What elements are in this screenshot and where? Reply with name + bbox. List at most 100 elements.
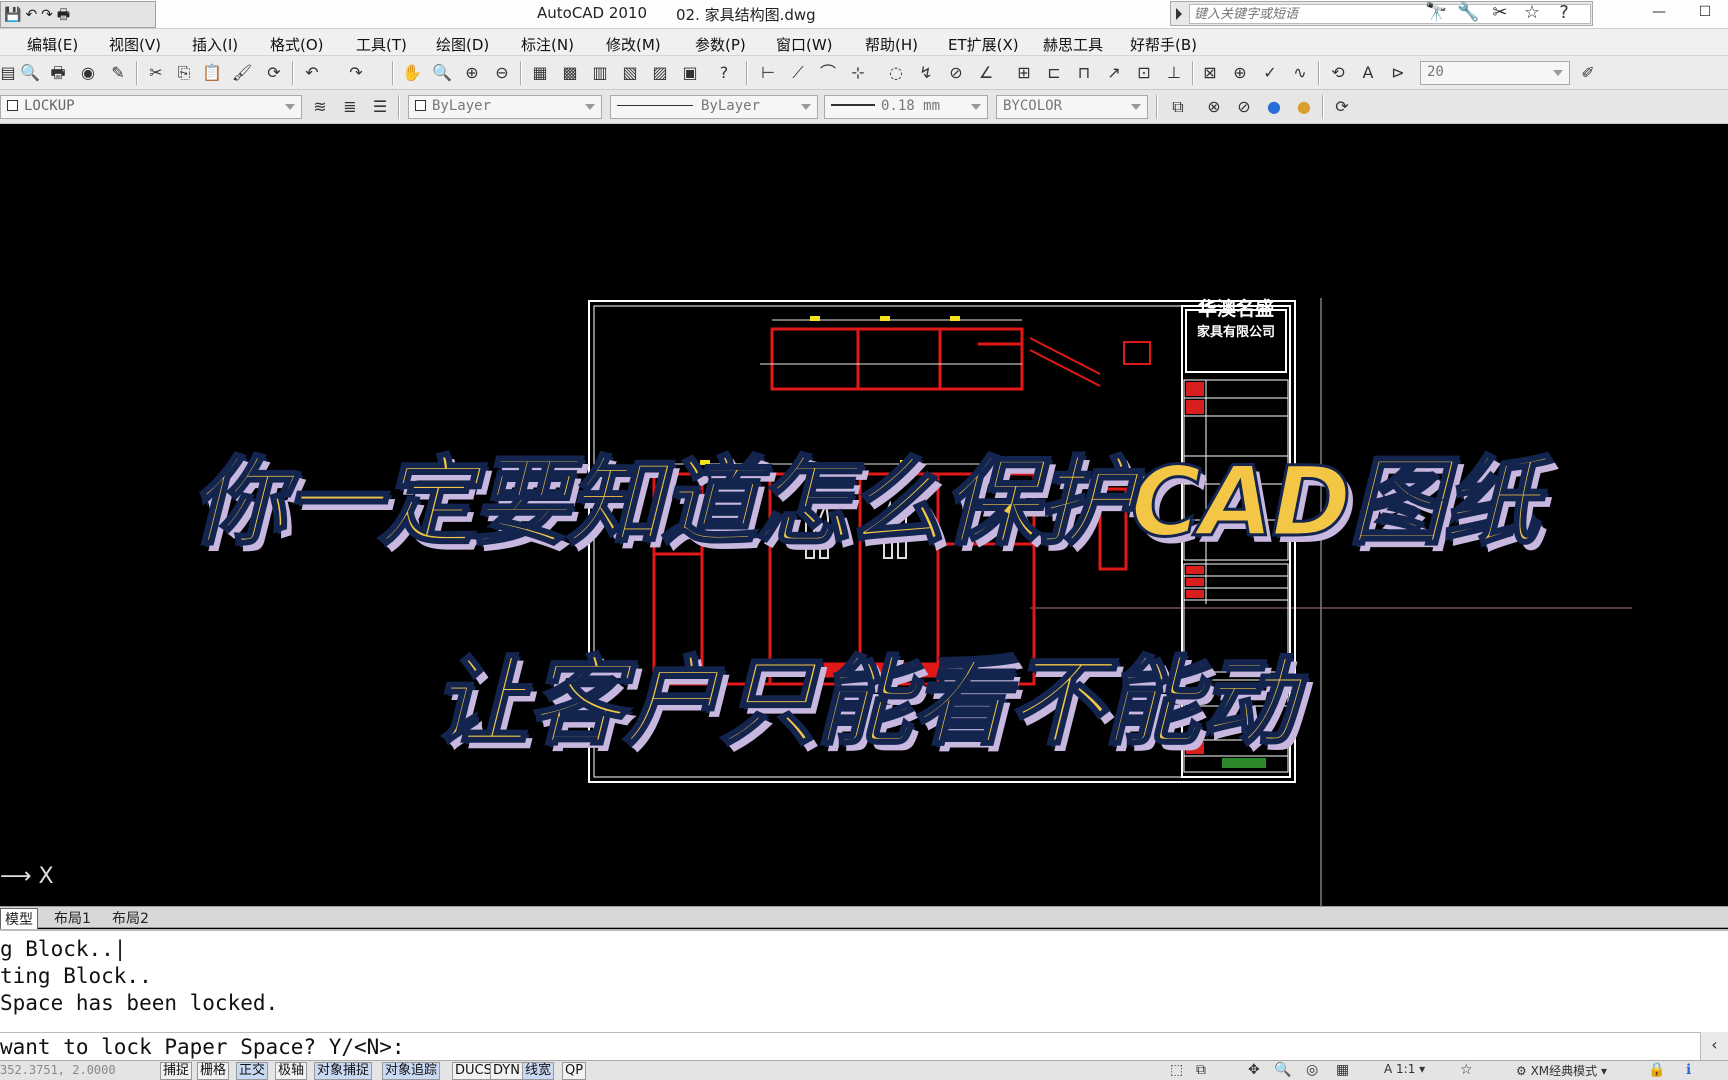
dim-edit-icon[interactable]: ✓ [1258, 62, 1282, 84]
center-mark-icon[interactable]: ⊥ [1162, 62, 1186, 84]
drawing-canvas[interactable]: 华澳名盛 家具有限公司 ⟶ X [0, 124, 1728, 906]
command-input[interactable]: want to lock Paper Space? Y/<N>: [0, 1032, 1728, 1060]
plot-icon[interactable]: 🖶 [46, 62, 70, 84]
pan-icon[interactable]: ✋ [400, 62, 424, 84]
otrack-toggle[interactable]: 对象追踪 [382, 1062, 441, 1080]
visual-styles-icon[interactable]: ⟳ [1330, 96, 1354, 118]
match-properties-icon[interactable]: 🖌 [230, 62, 254, 84]
dim-style-icon[interactable]: A [1356, 62, 1380, 84]
linetype-combo[interactable]: ByLayer [610, 95, 818, 119]
diameter-icon[interactable]: ⊘ [944, 62, 968, 84]
baseline-icon[interactable]: ⊏ [1042, 62, 1066, 84]
print-icon[interactable]: 🖶 [57, 8, 70, 22]
info-icon[interactable]: ℹ [1686, 1062, 1691, 1078]
ordinate-icon[interactable]: ⊹ [846, 62, 870, 84]
block-editor-icon[interactable]: ⟳ [262, 62, 286, 84]
design-center-icon[interactable]: ▩ [558, 62, 582, 84]
dim-text-edit-icon[interactable]: ∿ [1288, 62, 1312, 84]
wireframe-3d-icon[interactable]: ⊘ [1232, 96, 1256, 118]
osnap-toggle[interactable]: 对象捕捉 [314, 1062, 373, 1080]
help-button-icon[interactable]: ? [712, 62, 736, 84]
plotstyle-combo[interactable]: BYCOLOR [996, 95, 1148, 119]
sheet-set-icon[interactable]: ▧ [618, 62, 642, 84]
binoculars-icon[interactable]: 🔭 [1425, 2, 1447, 23]
plot-preview-icon[interactable]: 🔍 [18, 62, 42, 84]
properties-icon[interactable]: ▦ [528, 62, 552, 84]
menu-dimension[interactable]: 标注(N) [521, 34, 574, 55]
color-combo[interactable]: ByLayer [408, 95, 602, 119]
minimize-button[interactable]: — [1636, 0, 1682, 28]
linear-dimension-icon[interactable]: ⊢ [756, 62, 780, 84]
redo-icon[interactable]: ↷ [41, 8, 53, 22]
arc-length-icon[interactable]: ⌒ [816, 62, 840, 84]
ducs-toggle[interactable]: DUCS [452, 1062, 495, 1080]
annotation-scale[interactable]: A 1:1 ▾ [1384, 1062, 1425, 1076]
menu-parametric[interactable]: 参数(P) [695, 34, 746, 55]
menu-haobangshou[interactable]: 好帮手(B) [1130, 34, 1197, 55]
lineweight-toggle[interactable]: 线宽 [522, 1062, 555, 1080]
calculator-icon[interactable]: ▣ [678, 62, 702, 84]
zoom-realtime-icon[interactable]: 🔍 [430, 62, 454, 84]
menu-express-tools[interactable]: ET扩展(X) [948, 34, 1019, 55]
snap-toggle[interactable]: 捕捉 [160, 1062, 193, 1080]
menu-insert[interactable]: 插入(I) [192, 34, 238, 55]
dim-style-manager-icon[interactable]: ✐ [1576, 62, 1600, 84]
edit-icon[interactable]: ✎ [106, 62, 130, 84]
continue-icon[interactable]: ⊓ [1072, 62, 1096, 84]
menu-modify[interactable]: 修改(M) [606, 34, 661, 55]
paste-icon[interactable]: 📋 [200, 62, 224, 84]
tab-layout1[interactable]: 布局1 [54, 908, 91, 928]
favorites-star-icon[interactable]: ☆ [1521, 2, 1543, 23]
tolerance-icon[interactable]: ⊡ [1132, 62, 1156, 84]
realistic-sphere-icon[interactable]: ● [1262, 96, 1286, 118]
wireframe-2d-icon[interactable]: ⊗ [1202, 96, 1226, 118]
redo-arrow-icon[interactable]: ↷ [344, 62, 368, 84]
lock-icon[interactable]: 🔒 [1648, 1062, 1665, 1078]
model-space-icon[interactable]: ⬚ [1170, 1062, 1183, 1078]
showmotion-icon[interactable]: ▦ [1336, 1062, 1349, 1078]
layer-properties-icon[interactable]: ≋ [308, 96, 332, 118]
workspace-switch[interactable]: ⚙ XM经典模式 ▾ [1516, 1062, 1607, 1079]
menu-view[interactable]: 视图(V) [109, 34, 161, 55]
publish-icon[interactable]: ◉ [76, 62, 100, 84]
menu-draw[interactable]: 绘图(D) [436, 34, 489, 55]
dim-update-icon[interactable]: ⟲ [1326, 62, 1350, 84]
menu-edit[interactable]: 编辑(E) [27, 34, 78, 55]
menu-hesi-tools[interactable]: 赫思工具 [1043, 34, 1103, 55]
menu-format[interactable]: 格式(O) [270, 34, 324, 55]
inspect-icon[interactable]: ⊠ [1198, 62, 1222, 84]
text-height-combo[interactable]: 20 [1420, 61, 1570, 85]
zoom-status-icon[interactable]: 🔍 [1274, 1062, 1291, 1078]
cut-icon[interactable]: ✂ [144, 62, 168, 84]
shade-mode-icon[interactable]: ⧉ [1166, 96, 1190, 118]
tab-layout2[interactable]: 布局2 [112, 908, 149, 928]
layer-combo[interactable]: LOCKUP [0, 95, 302, 119]
qp-toggle[interactable]: QP [562, 1062, 587, 1080]
pan-status-icon[interactable]: ✥ [1248, 1062, 1260, 1078]
make-current-icon[interactable]: ≣ [338, 96, 362, 118]
wrench-icon[interactable]: 🔧 [1457, 2, 1479, 23]
command-scroll-left-icon[interactable]: ‹ [1700, 1032, 1728, 1060]
polar-toggle[interactable]: 极轴 [275, 1062, 308, 1080]
open-icon[interactable]: ▤ [0, 62, 20, 84]
tool-palettes-icon[interactable]: ▥ [588, 62, 612, 84]
layer-previous-icon[interactable]: ☰ [368, 96, 392, 118]
radius-icon[interactable]: ◌ [884, 62, 908, 84]
jog-line-icon[interactable]: ⊕ [1228, 62, 1252, 84]
annotation-visibility-icon[interactable]: ☆ [1460, 1062, 1473, 1078]
aligned-dimension-icon[interactable]: ⟋ [786, 62, 810, 84]
zoom-previous-icon[interactable]: ⊖ [490, 62, 514, 84]
leader-icon[interactable]: ↗ [1102, 62, 1126, 84]
dim-override-icon[interactable]: ⊳ [1386, 62, 1410, 84]
ortho-toggle[interactable]: 正交 [236, 1062, 269, 1080]
conceptual-sphere-icon[interactable]: ● [1292, 96, 1316, 118]
angular-icon[interactable]: ∠ [974, 62, 998, 84]
undo-arrow-icon[interactable]: ↶ [300, 62, 324, 84]
menu-window[interactable]: 窗口(W) [776, 34, 833, 55]
copy-icon[interactable]: ⎘ [172, 62, 196, 84]
markup-icon[interactable]: ▨ [648, 62, 672, 84]
tools-icon[interactable]: ✂ [1489, 2, 1511, 23]
jogged-icon[interactable]: ↯ [914, 62, 938, 84]
menu-help[interactable]: 帮助(H) [865, 34, 918, 55]
maximize-button[interactable]: ☐ [1682, 0, 1728, 28]
